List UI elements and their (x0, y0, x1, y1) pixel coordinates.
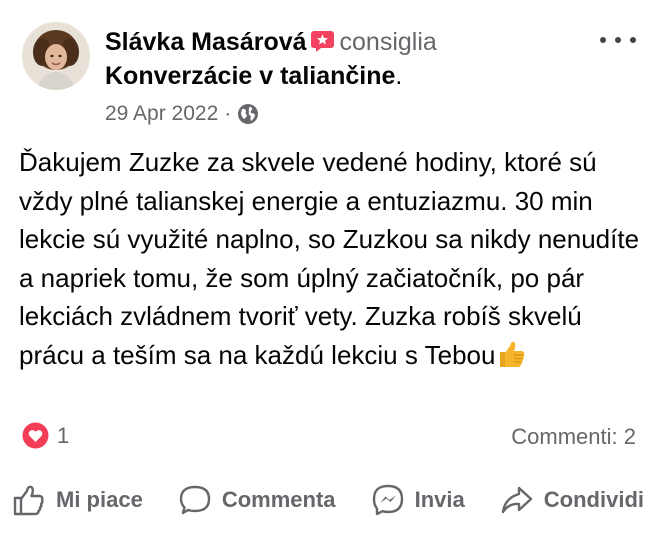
post-date[interactable]: 29 Apr 2022 (105, 100, 218, 128)
reaction-summary[interactable]: 1 (22, 422, 69, 449)
like-label: Mi piace (56, 487, 143, 512)
more-options-icon[interactable] (600, 30, 636, 50)
recommend-star-icon (310, 28, 334, 52)
send-label: Invia (414, 487, 465, 512)
page-suffix: . (395, 62, 403, 90)
recommend-verb: consiglia (339, 28, 437, 56)
meta-separator: · (224, 102, 232, 125)
globe-icon (237, 103, 259, 125)
like-button[interactable]: Mi piace (12, 483, 143, 517)
post-meta: 29 Apr 2022 · (105, 100, 259, 128)
post-stats: 1 Commenti: 2 (22, 420, 636, 452)
post-header: Slávka Masárová consiglia Konverzácie v t… (22, 22, 636, 132)
thumbs-up-emoji (496, 339, 527, 369)
share-button[interactable]: Condividi (500, 483, 644, 517)
post-text-content: Ďakujem Zuzke za skvele vedené hodiny, k… (19, 147, 640, 370)
share-label: Condividi (543, 487, 644, 512)
comment-button[interactable]: Commenta (178, 483, 336, 517)
action-bar: Mi piace Commenta Invia Condividi (12, 480, 644, 520)
comment-label: Commenta (221, 487, 336, 512)
send-button[interactable]: Invia (371, 483, 465, 517)
page-name[interactable]: Konverzácie v taliančine (105, 62, 395, 90)
page-line: Konverzácie v taliančine. (105, 60, 402, 92)
messenger-icon (372, 484, 403, 516)
thumbs-up-icon (13, 485, 44, 516)
comment-bubble-icon (179, 485, 211, 515)
reaction-count: 1 (57, 422, 70, 448)
author-line: Slávka Masárová consiglia (105, 26, 437, 58)
share-arrow-icon (501, 486, 532, 514)
author-avatar[interactable] (22, 22, 90, 90)
author-name[interactable]: Slávka Masárová (105, 28, 307, 56)
comments-count[interactable]: Commenti: 2 (511, 424, 636, 450)
post-text: Ďakujem Zuzke za skvele vedené hodiny, k… (19, 143, 644, 374)
heart-icon (22, 422, 49, 449)
